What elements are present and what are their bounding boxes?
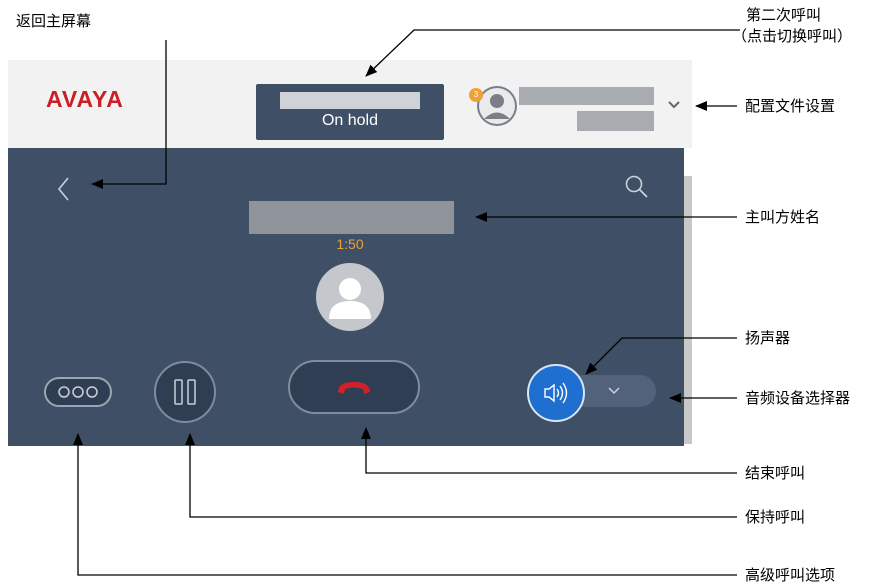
callout-home: 返回主屏幕 xyxy=(16,12,92,30)
callout-speaker: 扬声器 xyxy=(745,329,791,347)
callout-end-call: 结束呼叫 xyxy=(745,464,806,482)
callout-audio-selector: 音频设备选择器 xyxy=(745,389,851,407)
callout-second-call: 第二次呼叫 xyxy=(746,6,822,24)
callout-hold-call: 保持呼叫 xyxy=(745,508,806,526)
callout-lines xyxy=(73,29,740,576)
callout-second-call-hint: （点击切换呼叫） xyxy=(732,27,853,45)
callout-caller-name: 主叫方姓名 xyxy=(745,208,821,226)
callout-profile-settings: 配置文件设置 xyxy=(745,97,836,115)
callout-advanced-options: 高级呼叫选项 xyxy=(745,566,836,584)
